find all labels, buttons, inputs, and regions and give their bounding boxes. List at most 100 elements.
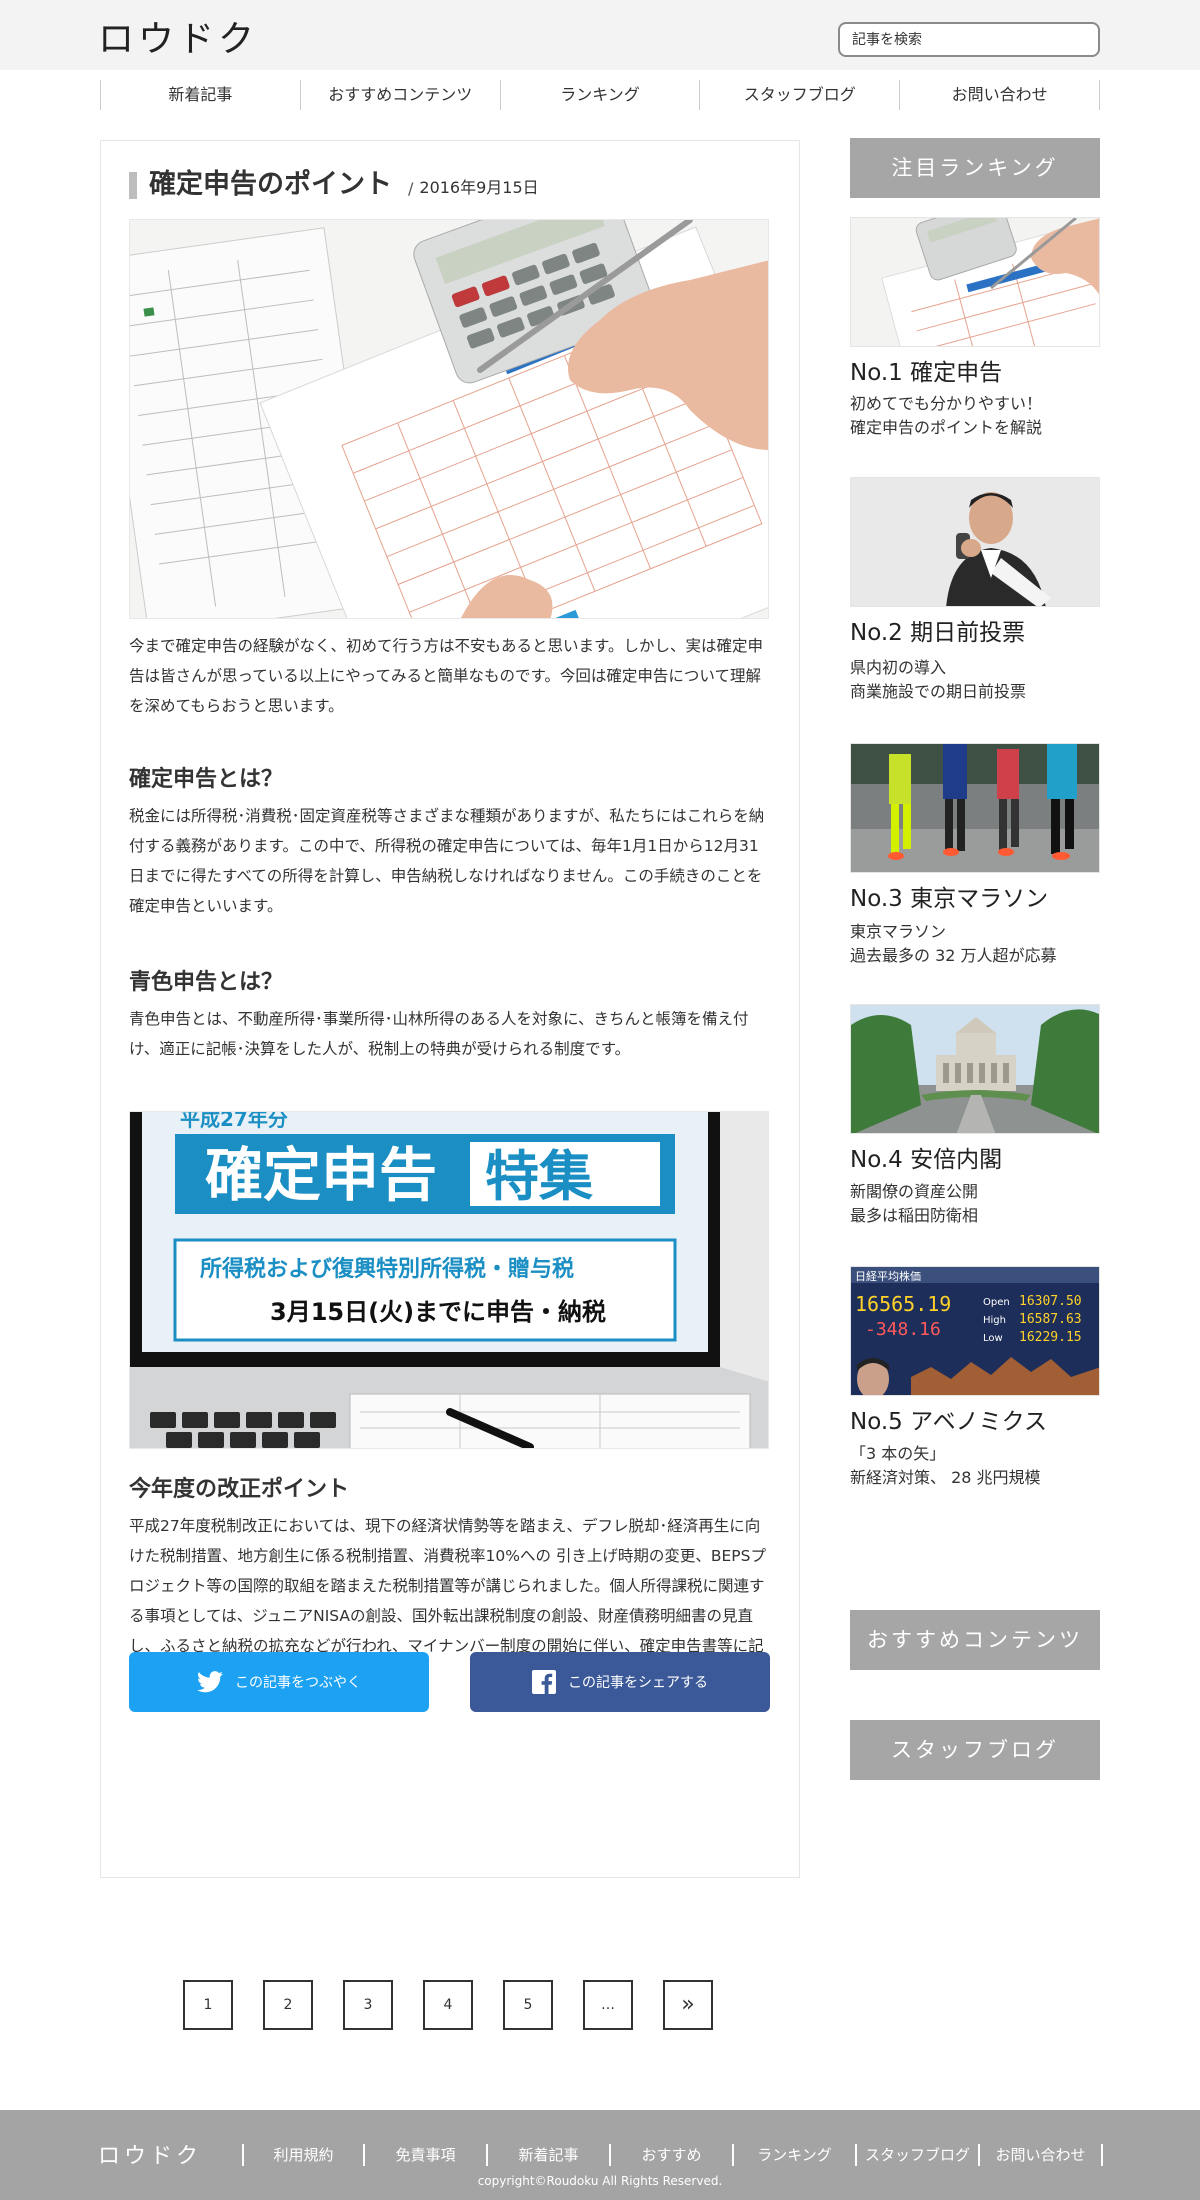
laptop-photo: 平成27年分 確定申告 特集 所得税および復興特別所得税・贈与税 3月15日(火… [129, 1111, 769, 1449]
facebook-share-button[interactable]: この記事をシェアする [470, 1652, 770, 1712]
nav-item-new-articles[interactable]: 新着記事 [100, 80, 300, 110]
section-heading-2: 青色申告とは？ [129, 969, 284, 995]
article-card: 確定申告のポイント / 2016年9月15日 今まで確定申告の経験がなく、初めて… [100, 140, 800, 1878]
recommend-header[interactable]: おすすめコンテンツ [850, 1610, 1100, 1670]
footer-link-staff-blog[interactable]: スタッフブログ [857, 2144, 980, 2166]
twitter-share-button[interactable]: この記事をつぶやく [129, 1652, 429, 1712]
rank5-title[interactable]: No.5 アベノミクス [850, 1402, 1047, 1436]
rank4-desc-line2: 最多は稲田防衛相 [850, 1206, 979, 1225]
screen-feature-text: 特集 [485, 1145, 593, 1208]
footer-link-new-articles[interactable]: 新着記事 [488, 2144, 611, 2166]
screen-main-text: 確定申告 [205, 1141, 437, 1209]
page-5-button[interactable]: 5 [503, 1980, 553, 2030]
site-header: ロウドク [0, 0, 1200, 70]
section-body-2: 青色申告とは、不動産所得･事業所得･山林所得のある人を対象に、きちんと帳簿を備え… [129, 1010, 749, 1058]
rank3-image [851, 744, 1099, 872]
rank4-title[interactable]: No.4 安倍内閣 [850, 1140, 1002, 1174]
stock-change-value: -348.16 [865, 1319, 941, 1340]
article-title: 確定申告のポイント [149, 169, 392, 200]
footer-link-disclaimer[interactable]: 免責事項 [365, 2144, 488, 2166]
rank3-desc-line2: 過去最多の 32 万人超が応募 [850, 946, 1057, 965]
rank3-number: No.3 [850, 886, 903, 912]
rank3-title[interactable]: No.3 東京マラソン [850, 879, 1048, 913]
article-title-row: 確定申告のポイント / 2016年9月15日 [129, 169, 539, 201]
rank5-name: アベノミクス [910, 1409, 1047, 1435]
rank3-name: 東京マラソン [910, 886, 1049, 912]
staff-blog-header[interactable]: スタッフブログ [850, 1720, 1100, 1780]
rank3-thumbnail[interactable] [850, 743, 1100, 873]
rank1-thumbnail[interactable] [850, 217, 1100, 347]
stock-open-value: 16307.50 [1019, 1294, 1082, 1309]
nav-item-recommended[interactable]: おすすめコンテンツ [299, 80, 500, 110]
ranking-header: 注目ランキング [850, 138, 1100, 198]
section-heading-3: 今年度の改正ポイント [129, 1476, 350, 1502]
rank2-image [851, 478, 1099, 606]
rank5-number: No.5 [850, 1409, 903, 1435]
page-ellipsis: … [583, 1980, 633, 2030]
tax-form-photo [129, 219, 769, 619]
facebook-share-label: この記事をシェアする [568, 1675, 708, 1691]
site-logo[interactable]: ロウドク [98, 10, 258, 62]
stock-high-value: 16587.63 [1019, 1312, 1082, 1327]
page-2-button[interactable]: 2 [263, 1980, 313, 2030]
laptop-illustration: 平成27年分 確定申告 特集 所得税および復興特別所得税・贈与税 3月15日(火… [130, 1112, 768, 1448]
rank2-description: 県内初の導入 商業施設での期日前投票 [850, 656, 1100, 704]
screen-year-text: 平成27年分 [180, 1112, 288, 1131]
rank1-title[interactable]: No.1 確定申告 [850, 353, 1002, 387]
rank5-image: 日経平均株価 16565.19 -348.16 Open 16307.50 Hi… [851, 1267, 1099, 1395]
rank5-description: 「3 本の矢」 新経済対策、 28 兆円規模 [850, 1442, 1100, 1490]
tax-form-illustration [130, 220, 768, 618]
footer-link-recommended[interactable]: おすすめ [611, 2144, 734, 2166]
footer-links: 利用規約 免責事項 新着記事 おすすめ ランキング スタッフブログ お問い合わせ [242, 2144, 1103, 2166]
footer-link-contact[interactable]: お問い合わせ [980, 2144, 1103, 2166]
rank5-desc-line1: 「3 本の矢」 [850, 1444, 946, 1463]
twitter-bird-icon [197, 1671, 223, 1693]
rank5-desc-line2: 新経済対策、 28 兆円規模 [850, 1468, 1041, 1487]
facebook-icon [532, 1670, 556, 1694]
screen-line1-text: 所得税および復興特別所得税・贈与税 [200, 1256, 574, 1282]
rank4-description: 新閣僚の資産公開 最多は稲田防衛相 [850, 1180, 1100, 1228]
rank1-desc-line1: 初めてでも分かりやすい！ [850, 394, 1043, 413]
rank3-desc-line1: 東京マラソン [850, 922, 947, 941]
section-body-1: 税金には所得税･消費税･固定資産税等さまざまな種類がありますが、私たちにはこれら… [129, 807, 765, 915]
footer-link-terms[interactable]: 利用規約 [242, 2144, 365, 2166]
nav-item-ranking[interactable]: ランキング [499, 80, 700, 110]
nav-item-contact[interactable]: お問い合わせ [899, 80, 1100, 110]
search-input[interactable] [838, 22, 1100, 57]
rank2-desc-line2: 商業施設での期日前投票 [850, 682, 1027, 701]
footer-logo[interactable]: ロウドク [98, 2138, 202, 2170]
page-3-button[interactable]: 3 [343, 1980, 393, 2030]
next-page-button[interactable]: » [663, 1980, 713, 2030]
page-4-button[interactable]: 4 [423, 1980, 473, 2030]
rank1-description: 初めてでも分かりやすい！ 確定申告のポイントを解説 [850, 392, 1100, 440]
page-1-button[interactable]: 1 [183, 1980, 233, 2030]
section-heading-1: 確定申告とは？ [129, 766, 284, 792]
rank5-thumbnail[interactable]: 日経平均株価 16565.19 -348.16 Open 16307.50 Hi… [850, 1266, 1100, 1396]
rank1-desc-line2: 確定申告のポイントを解説 [850, 418, 1043, 437]
stock-high-label: High [983, 1315, 1006, 1326]
nav-item-staff-blog[interactable]: スタッフブログ [699, 80, 899, 110]
rank2-number: No.2 [850, 620, 903, 646]
global-nav: 新着記事 おすすめコンテンツ ランキング スタッフブログ お問い合わせ [100, 80, 1100, 110]
rank2-desc-line1: 県内初の導入 [850, 658, 947, 677]
copyright-text: copyright©Roudoku All Rights Reserved. [477, 2174, 723, 2188]
rank2-thumbnail[interactable] [850, 477, 1100, 607]
title-accent-bar [129, 171, 137, 199]
rank4-name: 安倍内閣 [910, 1147, 1003, 1173]
stock-open-label: Open [983, 1297, 1010, 1308]
screen-line2-text: 3月15日(火)までに申告・納税 [270, 1298, 606, 1326]
date-separator: / [408, 179, 414, 198]
rank2-title[interactable]: No.2 期日前投票 [850, 613, 1025, 647]
rank2-name: 期日前投票 [910, 620, 1026, 646]
rank4-thumbnail[interactable] [850, 1004, 1100, 1134]
stock-low-label: Low [983, 1333, 1003, 1344]
rank1-name: 確定申告 [910, 360, 1003, 386]
site-footer: ロウドク 利用規約 免責事項 新着記事 おすすめ ランキング スタッフブログ お… [0, 2110, 1200, 2200]
footer-link-ranking[interactable]: ランキング [734, 2144, 857, 2166]
rank4-image [851, 1005, 1099, 1133]
rank4-desc-line1: 新閣僚の資産公開 [850, 1182, 979, 1201]
twitter-share-label: この記事をつぶやく [235, 1675, 361, 1691]
rank3-description: 東京マラソン 過去最多の 32 万人超が応募 [850, 920, 1100, 968]
stock-board-label: 日経平均株価 [855, 1269, 921, 1283]
intro-paragraph: 今まで確定申告の経験がなく、初めて行う方は不安もあると思います。しかし、実は確定… [129, 637, 763, 715]
